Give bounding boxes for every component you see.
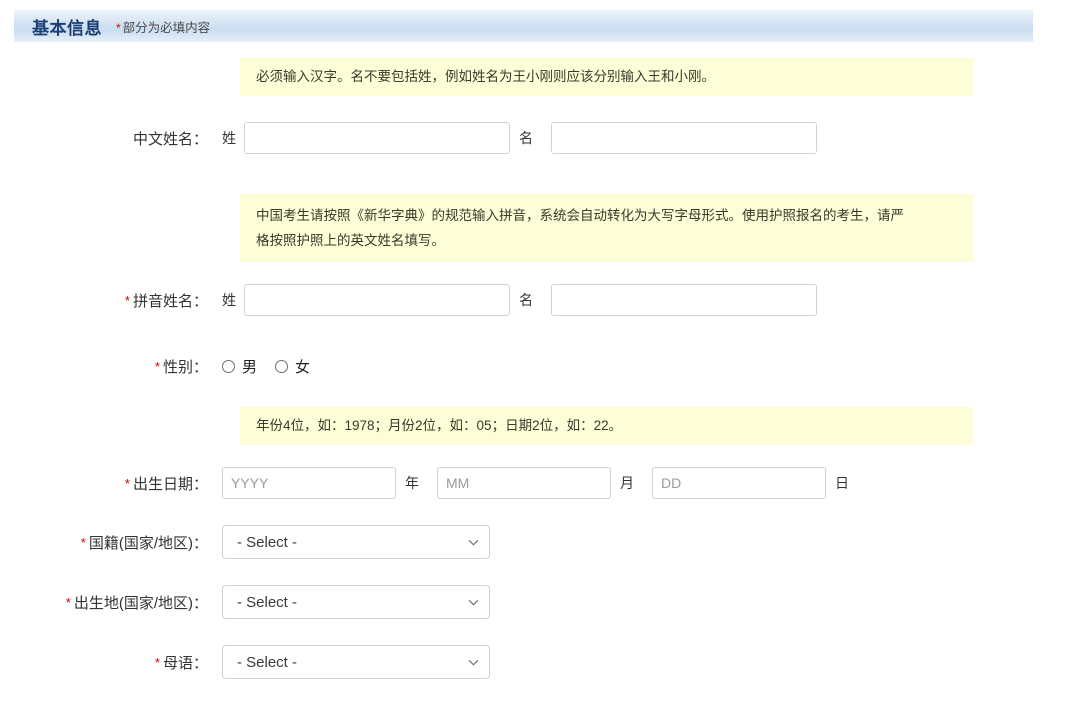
chinese-surname-label: 姓 [222,128,236,148]
birth-date-label-text: 出生日期： [133,476,208,493]
required-note: *部分为必填内容 [116,17,210,36]
pinyin-name-label-text: 拼音姓名： [133,293,208,310]
gender-option-female[interactable]: 女 [275,356,310,377]
chinese-name-label: 中文姓名： [0,128,222,149]
pinyin-name-hint-row: 中国考生请按照《新华字典》的规范输入拼音，系统会自动转化为大写字母形式。使用护照… [0,194,1080,262]
birth-place-select-value: - Select - [237,594,468,611]
pinyin-surname-label: 姓 [222,290,236,310]
gender-option-male[interactable]: 男 [222,356,257,377]
pinyin-name-row: *拼音姓名： 姓 名 [0,284,1080,316]
nationality-label-text: 国籍(国家/地区)： [89,535,208,552]
gender-option-male-label: 男 [242,356,257,377]
birth-place-row: *出生地(国家/地区)： - Select - [0,585,1080,619]
birth-date-label: *出生日期： [0,473,222,494]
radio-icon[interactable] [222,360,235,373]
chinese-given-input[interactable] [551,122,817,154]
pinyin-surname-input[interactable] [244,284,510,316]
pinyin-given-input[interactable] [551,284,817,316]
chinese-name-row: 中文姓名： 姓 名 [0,122,1080,154]
chevron-down-icon [468,597,479,608]
birth-date-hint: 年份4位，如：1978；月份2位，如：05；日期2位，如：22。 [240,407,973,445]
required-asterisk: * [116,21,121,35]
native-language-required-asterisk: * [155,655,160,670]
section-header: 基本信息 *部分为必填内容 [14,10,1033,42]
native-language-label: *母语： [0,652,222,673]
birth-place-select[interactable]: - Select - [222,585,490,619]
birth-month-input[interactable] [437,467,611,499]
birth-place-label-text: 出生地(国家/地区)： [74,595,208,612]
pinyin-name-hint-line2: 格按照护照上的英文姓名填写。 [256,228,959,253]
pinyin-name-hint-line1: 中国考生请按照《新华字典》的规范输入拼音，系统会自动转化为大写字母形式。使用护照… [256,203,959,228]
birth-place-label: *出生地(国家/地区)： [0,592,222,613]
gender-label: *性别： [0,356,222,377]
chinese-given-label: 名 [519,128,533,148]
gender-label-text: 性别： [163,359,208,376]
radio-icon[interactable] [275,360,288,373]
birth-date-hint-row: 年份4位，如：1978；月份2位，如：05；日期2位，如：22。 [0,407,1080,445]
birth-day-input[interactable] [652,467,826,499]
chinese-surname-input[interactable] [244,122,510,154]
birth-year-suffix-label: 年 [405,473,419,493]
birth-month-suffix-label: 月 [620,473,634,493]
chevron-down-icon [468,657,479,668]
birth-year-input[interactable] [222,467,396,499]
birth-date-row: *出生日期： 年 月 日 [0,467,1080,499]
nationality-select-value: - Select - [237,534,468,551]
pinyin-given-label: 名 [519,290,533,310]
pinyin-name-label: *拼音姓名： [0,290,222,311]
nationality-select[interactable]: - Select - [222,525,490,559]
birth-date-required-asterisk: * [125,476,130,491]
nationality-required-asterisk: * [81,535,86,550]
native-language-label-text: 母语： [163,655,208,672]
required-note-text: 部分为必填内容 [123,21,211,35]
birth-day-suffix-label: 日 [835,473,849,493]
gender-radio-group: 男 女 [222,356,328,377]
native-language-row: *母语： - Select - [0,645,1080,679]
native-language-select-value: - Select - [237,654,468,671]
chinese-name-hint-row: 必须输入汉字。名不要包括姓，例如姓名为王小刚则应该分别输入王和小刚。 [0,58,1080,96]
page-title: 基本信息 [32,14,102,39]
gender-row: *性别： 男 女 [0,356,1080,377]
chinese-name-hint: 必须输入汉字。名不要包括姓，例如姓名为王小刚则应该分别输入王和小刚。 [240,58,973,96]
nationality-row: *国籍(国家/地区)： - Select - [0,525,1080,559]
gender-required-asterisk: * [155,359,160,374]
pinyin-name-hint: 中国考生请按照《新华字典》的规范输入拼音，系统会自动转化为大写字母形式。使用护照… [240,194,973,262]
nationality-label: *国籍(国家/地区)： [0,532,222,553]
gender-option-female-label: 女 [295,356,310,377]
basic-info-form: 必须输入汉字。名不要包括姓，例如姓名为王小刚则应该分别输入王和小刚。 中文姓名：… [0,42,1080,679]
pinyin-name-required-asterisk: * [125,293,130,308]
native-language-select[interactable]: - Select - [222,645,490,679]
chevron-down-icon [468,537,479,548]
birth-place-required-asterisk: * [66,595,71,610]
